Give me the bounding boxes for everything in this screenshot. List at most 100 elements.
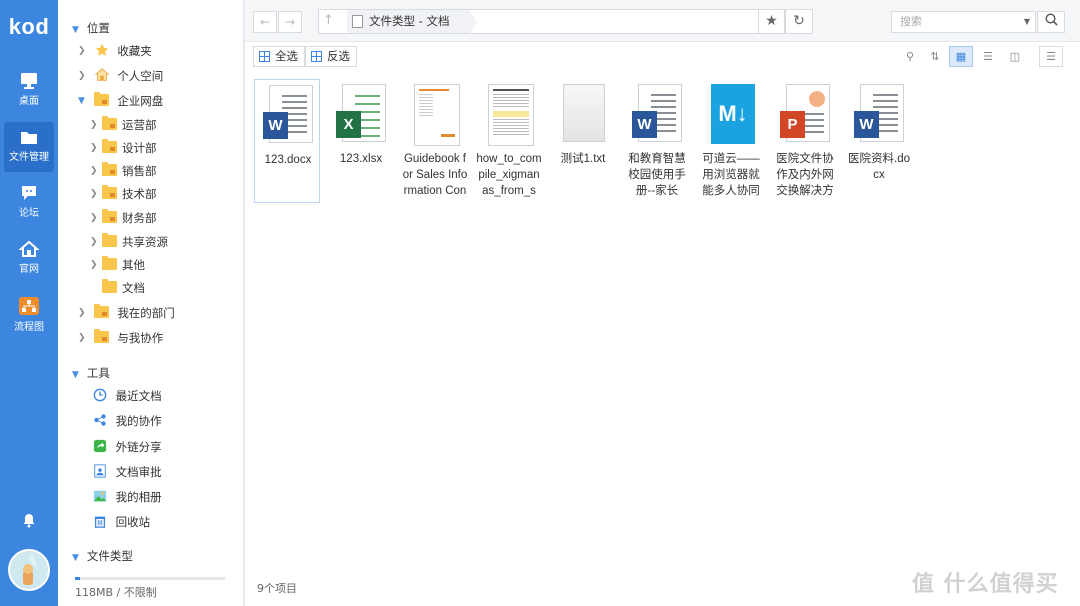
tree-section-label: 工具 bbox=[86, 366, 110, 380]
tree-item-album[interactable]: 我的相册 bbox=[92, 487, 162, 507]
chevron-down-icon[interactable]: ▼ bbox=[78, 91, 90, 111]
zoom-icon[interactable]: ⚲ bbox=[898, 46, 922, 67]
rail-item-desktop[interactable]: 桌面 bbox=[4, 66, 54, 116]
refresh-icon[interactable]: ↻ bbox=[785, 9, 813, 34]
word-icon: W bbox=[632, 111, 657, 138]
tree-item-recycle[interactable]: 回收站 bbox=[92, 512, 150, 532]
tree-item-my-dept[interactable]: ❯ 我在的部门 bbox=[78, 303, 175, 323]
chevron-right-icon[interactable]: ❯ bbox=[90, 255, 102, 275]
tree-item-label: 设计部 bbox=[122, 141, 157, 155]
menu-icon[interactable]: ☰ bbox=[1039, 46, 1063, 67]
tree-item-personal[interactable]: ❯ 个人空间 bbox=[78, 66, 163, 86]
folder-icon bbox=[102, 209, 117, 223]
markdown-icon: M↓ bbox=[711, 84, 755, 144]
rail-item-files[interactable]: 文件管理 bbox=[4, 122, 54, 172]
button-label: 反选 bbox=[327, 49, 350, 63]
tree-item-dept[interactable]: ❯ 设计部 bbox=[90, 138, 157, 158]
file-thumbnail: W bbox=[632, 84, 682, 146]
path-box[interactable]: ↑ 文件类型 - 文档 bbox=[318, 9, 813, 34]
search-input[interactable]: 搜索 bbox=[891, 11, 1036, 33]
file-name: Guidebook for Sales Information Con bbox=[402, 153, 468, 197]
file-thumbnail bbox=[410, 84, 460, 146]
tree-item-label: 文档 bbox=[122, 281, 145, 295]
tree-item-favorites[interactable]: ❯ 收藏夹 bbox=[78, 41, 152, 61]
tree-item-label: 企业网盘 bbox=[117, 94, 164, 108]
back-button[interactable]: ← bbox=[253, 11, 277, 33]
chevron-right-icon[interactable]: ❯ bbox=[90, 232, 102, 252]
rail-label: 文件管理 bbox=[9, 152, 49, 163]
breadcrumb-label: 文件类型 - 文档 bbox=[369, 14, 450, 28]
file-item[interactable]: P 医院文件协作及内外网交换解决方 bbox=[772, 79, 838, 203]
tree-item-label: 共享资源 bbox=[122, 235, 168, 249]
file-name: 医院资料.docx bbox=[848, 153, 910, 181]
invert-selection-button[interactable]: 反选 bbox=[305, 46, 357, 67]
tree-item-dept[interactable]: ❯ 销售部 bbox=[90, 161, 157, 181]
tree-item-approval[interactable]: 文档审批 bbox=[92, 462, 162, 482]
folder-icon bbox=[102, 185, 117, 199]
tree-item-dept[interactable]: ❯ 其他 bbox=[90, 255, 145, 275]
split-view-button[interactable]: ◫ bbox=[1003, 46, 1027, 67]
chevron-right-icon[interactable]: ❯ bbox=[78, 303, 90, 323]
forward-button[interactable]: → bbox=[278, 11, 302, 33]
rail-label: 官网 bbox=[19, 264, 39, 275]
file-item[interactable]: W 123.docx bbox=[254, 79, 320, 203]
chevron-right-icon[interactable]: ❯ bbox=[78, 66, 90, 86]
tree-item-enterprise[interactable]: ▼ 企业网盘 bbox=[78, 91, 163, 111]
file-thumbnail: W bbox=[263, 85, 313, 147]
address-bar: ← → ↑ 文件类型 - 文档 ★ ↻ 搜索 ▼ bbox=[245, 0, 1080, 42]
tree-section-tools[interactable]: ▼ 工具 bbox=[72, 365, 110, 381]
tree-section-location[interactable]: ▼ 位置 bbox=[72, 20, 110, 36]
chat-icon bbox=[22, 186, 36, 200]
tree-item-link-share[interactable]: 外链分享 bbox=[92, 437, 162, 457]
chevron-right-icon[interactable]: ❯ bbox=[78, 328, 90, 348]
file-item[interactable]: W 医院资料.docx bbox=[846, 79, 912, 203]
file-item[interactable]: W 和教育智慧校园使用手册--家长 bbox=[624, 79, 690, 203]
list-view-button[interactable]: ☰ bbox=[976, 46, 1000, 67]
file-item[interactable]: X 123.xlsx bbox=[328, 79, 394, 203]
tree-item-dept[interactable]: ❯ 共享资源 bbox=[90, 232, 168, 252]
icon-view-button[interactable]: ▦ bbox=[949, 46, 973, 67]
tree-item-dept[interactable]: ❯ 运营部 bbox=[90, 115, 157, 135]
file-thumbnail: W bbox=[854, 84, 904, 146]
tree-item-dept[interactable]: ❯ 财务部 bbox=[90, 208, 157, 228]
chevron-right-icon[interactable]: ❯ bbox=[90, 184, 102, 204]
arrow-up-icon[interactable]: ↑ bbox=[323, 13, 334, 28]
photo-icon bbox=[93, 490, 107, 502]
folder-icon bbox=[102, 139, 117, 153]
word-icon: W bbox=[854, 111, 879, 138]
chevron-right-icon[interactable]: ❯ bbox=[90, 208, 102, 228]
rail-item-flowchart[interactable]: 流程图 bbox=[4, 290, 54, 340]
file-item[interactable]: how_to_compile_xigmanas_from_s bbox=[476, 79, 542, 203]
bell-icon[interactable] bbox=[21, 512, 37, 528]
avatar[interactable] bbox=[8, 549, 50, 591]
tree-item-label: 最近文档 bbox=[115, 389, 162, 403]
select-all-button[interactable]: 全选 bbox=[253, 46, 305, 67]
chevron-down-icon[interactable]: ▼ bbox=[1018, 11, 1036, 33]
chevron-right-icon[interactable]: ❯ bbox=[90, 138, 102, 158]
ppt-icon: P bbox=[780, 111, 805, 138]
tree-item-recent[interactable]: 最近文档 bbox=[92, 386, 162, 406]
chevron-right-icon[interactable]: ❯ bbox=[78, 41, 90, 61]
tree-item-dept[interactable]: 文档 bbox=[90, 278, 145, 298]
rail-item-website[interactable]: 官网 bbox=[4, 234, 54, 284]
file-item[interactable]: 测试1.txt bbox=[550, 79, 616, 203]
file-item[interactable]: M↓ 可道云——用浏览器就能多人协同 bbox=[698, 79, 764, 203]
tree-item-collab[interactable]: ❯ 与我协作 bbox=[78, 328, 163, 348]
share-icon bbox=[93, 439, 107, 453]
tree-item-label: 与我协作 bbox=[117, 331, 164, 345]
chevron-right-icon[interactable]: ❯ bbox=[90, 115, 102, 135]
breadcrumb[interactable]: 文件类型 - 文档 bbox=[347, 10, 478, 34]
tree-item-label: 运营部 bbox=[122, 118, 157, 132]
tree-section-filetypes[interactable]: ▼ 文件类型 bbox=[72, 548, 133, 564]
tree-item-dept[interactable]: ❯ 技术部 bbox=[90, 184, 157, 204]
tree-item-label: 个人空间 bbox=[117, 69, 164, 83]
search-button[interactable] bbox=[1037, 11, 1065, 33]
tree-item-my-collab[interactable]: 我的协作 bbox=[92, 411, 162, 431]
file-item[interactable]: Guidebook for Sales Information Con bbox=[402, 79, 468, 203]
folder-icon bbox=[102, 162, 117, 176]
chevron-right-icon[interactable]: ❯ bbox=[90, 161, 102, 181]
star-icon[interactable]: ★ bbox=[758, 9, 785, 34]
rail-item-forum[interactable]: 论坛 bbox=[4, 178, 54, 228]
sort-icon[interactable]: ⇅ bbox=[923, 46, 947, 67]
share-nodes-icon bbox=[94, 414, 106, 426]
